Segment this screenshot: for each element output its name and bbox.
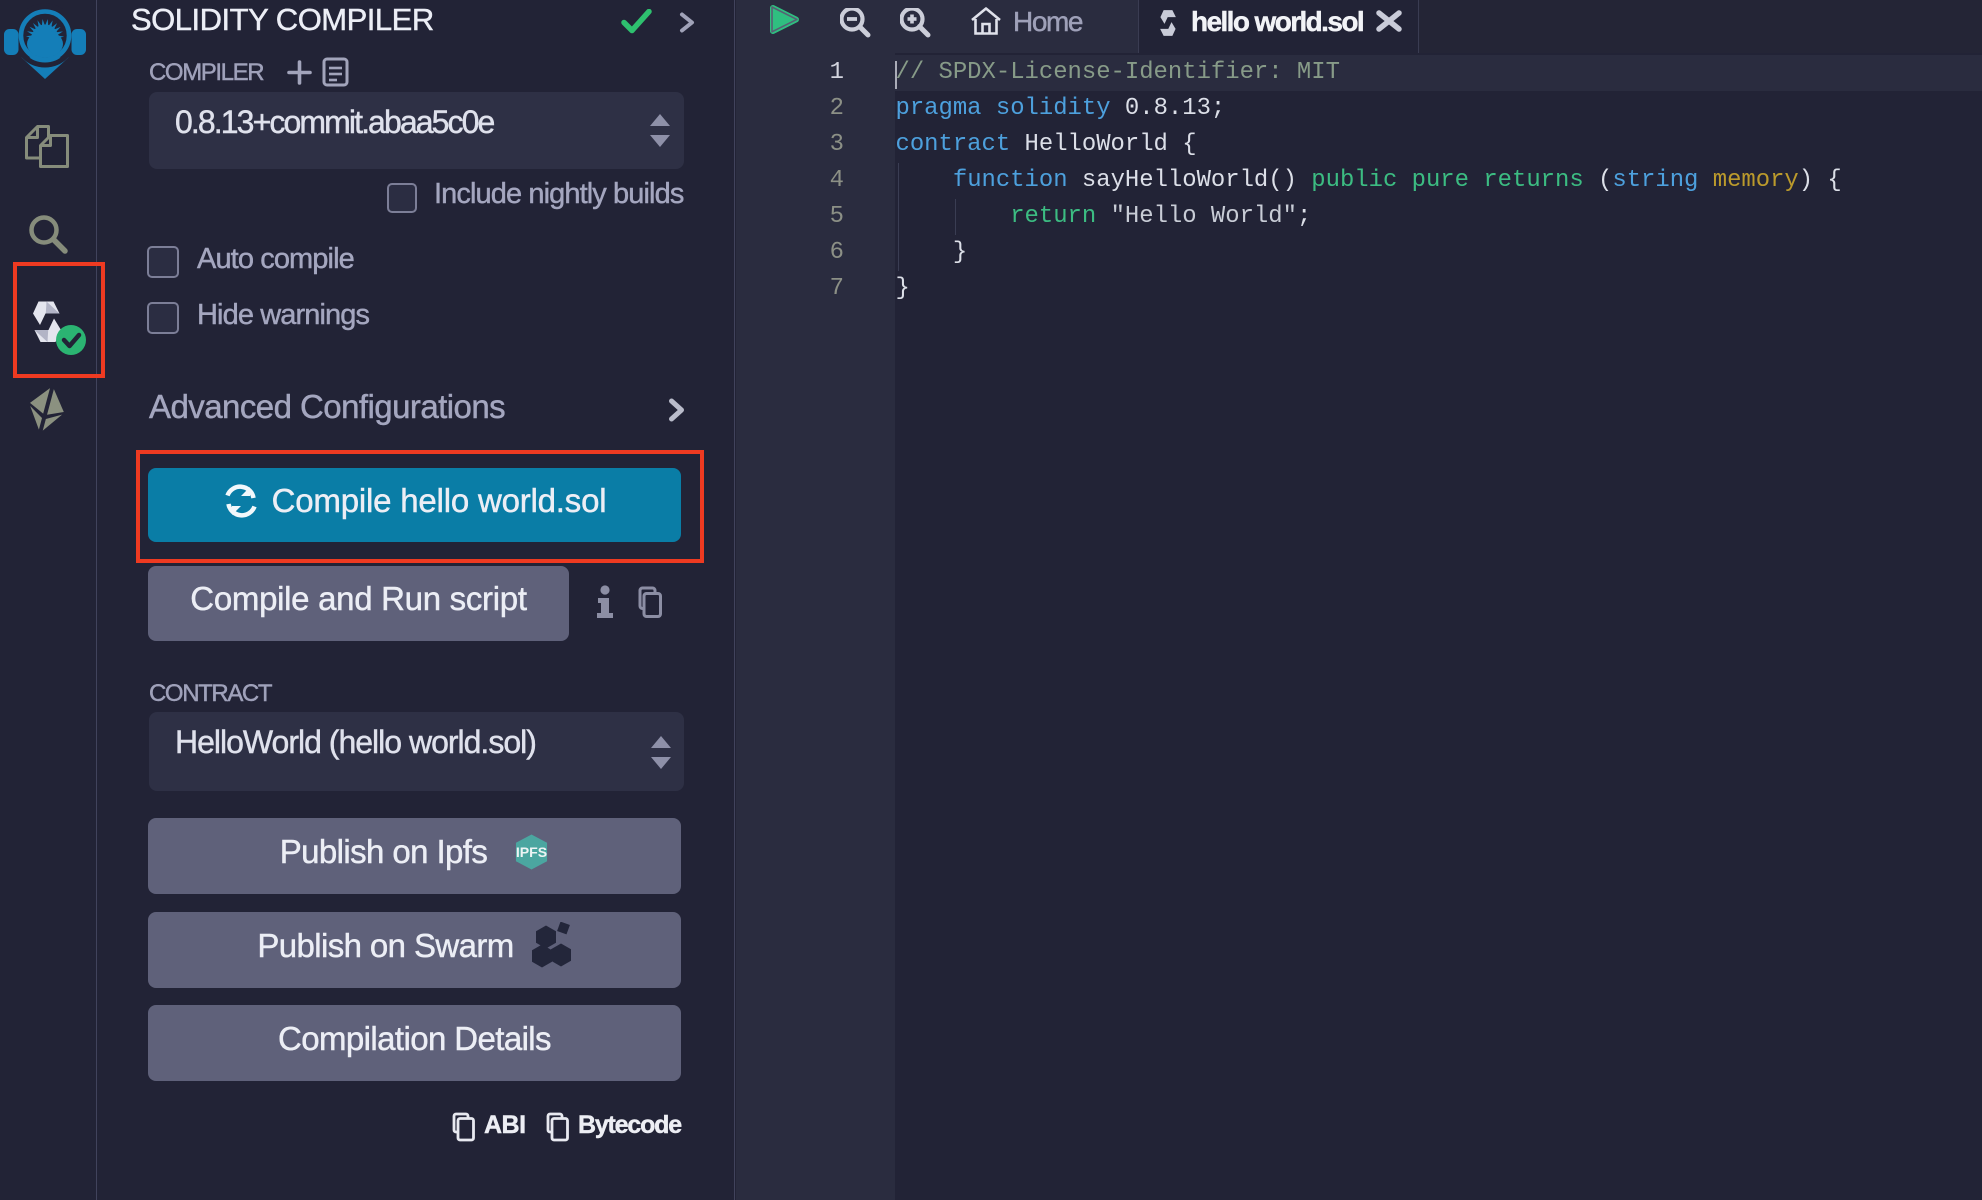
svg-text:IPFS: IPFS: [516, 843, 547, 859]
